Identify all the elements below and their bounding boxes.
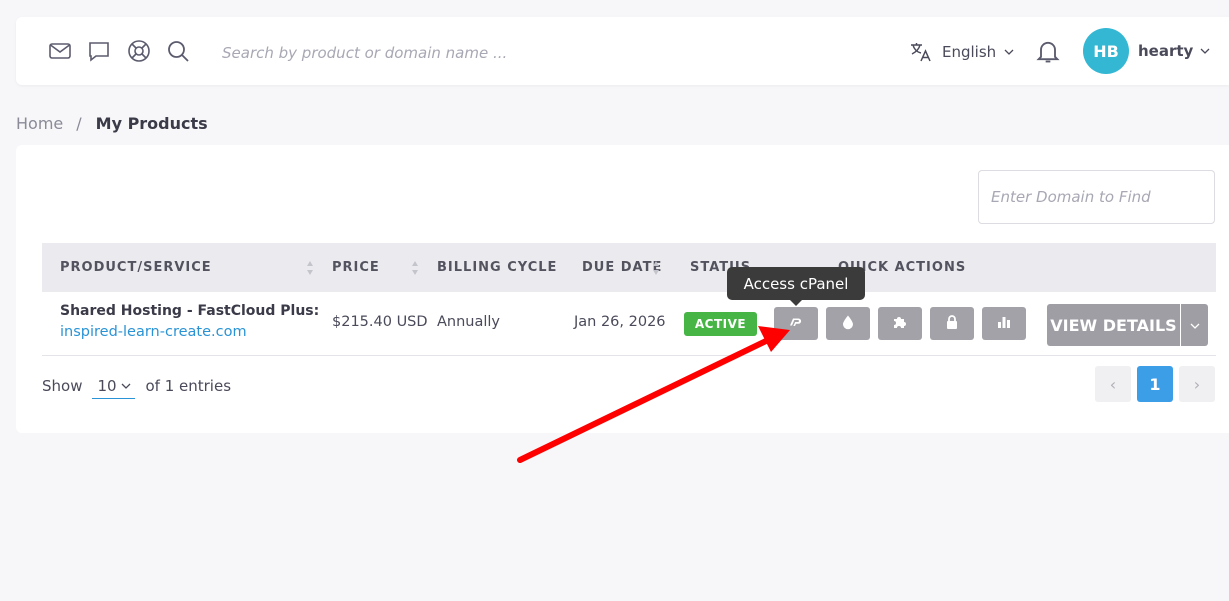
user-menu[interactable]: hearty (1138, 37, 1210, 65)
chevron-down-icon (121, 383, 131, 389)
bell-icon[interactable] (1034, 37, 1062, 65)
softaculous-button[interactable] (826, 307, 870, 340)
domain-find-input[interactable] (978, 170, 1215, 224)
lifebuoy-icon[interactable] (126, 38, 152, 64)
col-price[interactable]: PRICE (332, 243, 380, 292)
search-input[interactable] (220, 37, 624, 69)
product-price: $215.40 USD (332, 314, 428, 330)
translate-icon (908, 39, 934, 65)
col-product[interactable]: PRODUCT/SERVICE (60, 243, 212, 292)
addons-button[interactable] (878, 307, 922, 340)
drop-icon (840, 314, 856, 334)
page-size-value: 10 (97, 376, 117, 395)
top-bar: English HB hearty (16, 17, 1229, 85)
ssl-button[interactable] (930, 307, 974, 340)
status-badge: ACTIVE (684, 312, 757, 336)
mail-icon[interactable] (47, 38, 73, 64)
stats-icon (996, 314, 1012, 334)
page-size-control: Show 10 of 1 entries (42, 373, 231, 399)
lock-icon (944, 314, 960, 334)
product-due-date: Jan 26, 2026 (574, 314, 666, 330)
avatar[interactable]: HB (1083, 28, 1129, 74)
chevron-down-icon (1004, 47, 1014, 57)
access-cpanel-button[interactable] (774, 307, 818, 340)
chat-icon[interactable] (86, 38, 112, 64)
sort-icon[interactable] (411, 260, 419, 276)
table-row: Shared Hosting - FastCloud Plus: inspire… (42, 292, 1216, 356)
col-due-date[interactable]: DUE DATE (582, 243, 662, 292)
language-label: English (942, 43, 997, 61)
show-label: Show (42, 377, 83, 395)
sort-icon[interactable] (306, 260, 314, 276)
stats-button[interactable] (982, 307, 1026, 340)
username: hearty (1138, 42, 1194, 60)
page-title: My Products (95, 114, 208, 133)
search-icon[interactable] (165, 38, 191, 64)
pagination-page-1[interactable]: 1 (1137, 366, 1173, 402)
puzzle-icon (892, 314, 908, 334)
view-details-button[interactable]: VIEW DETAILS (1047, 304, 1180, 346)
chevron-down-icon (1200, 46, 1210, 56)
access-cpanel-tooltip: Access cPanel (727, 267, 865, 300)
page-size-select[interactable]: 10 (92, 373, 136, 399)
col-billing-cycle[interactable]: BILLING CYCLE (437, 243, 557, 292)
tooltip-pointer (789, 299, 803, 306)
entries-label: of 1 entries (145, 377, 232, 395)
product-domain-link[interactable]: inspired-learn-create.com (60, 324, 247, 340)
cpanel-icon (788, 314, 804, 334)
pagination-next[interactable]: › (1179, 366, 1215, 402)
products-card: PRODUCT/SERVICE PRICE BILLING CYCLE DUE … (16, 145, 1229, 433)
chevron-down-icon (1190, 316, 1200, 335)
pagination-prev[interactable]: ‹ (1095, 366, 1131, 402)
breadcrumb-home[interactable]: Home (16, 114, 63, 133)
breadcrumb-separator: / (76, 114, 82, 133)
product-billing-cycle: Annually (437, 314, 501, 330)
breadcrumb: Home / My Products (16, 114, 208, 133)
product-name: Shared Hosting - FastCloud Plus: (60, 303, 320, 319)
table-header: PRODUCT/SERVICE PRICE BILLING CYCLE DUE … (42, 243, 1216, 292)
sort-icon[interactable] (652, 260, 660, 276)
view-details-dropdown[interactable] (1181, 304, 1208, 346)
language-selector[interactable]: English (908, 37, 1014, 67)
